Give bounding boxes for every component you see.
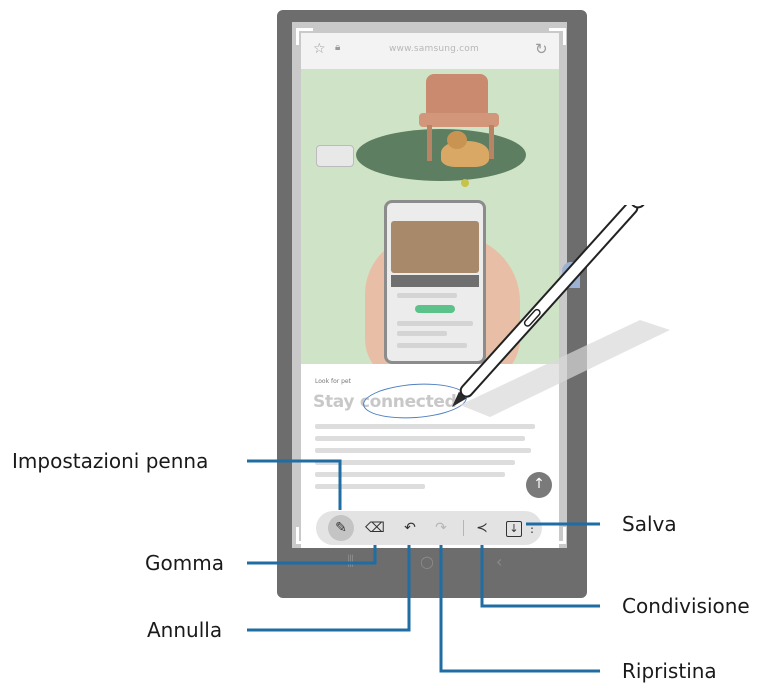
star-outline-icon[interactable]: ☆ [313,41,326,57]
crop-handle-bottom-right[interactable] [549,527,566,544]
save-icon: ↓ [506,521,522,537]
robot-vacuum-shape [316,145,354,167]
label-redo: Ripristina [622,659,717,683]
pen-settings-button[interactable]: ✎ [328,515,354,541]
save-button[interactable]: ↓ [501,515,527,541]
url-text[interactable]: www.samsung.com [389,44,479,54]
dog-head-shape [447,131,467,149]
more-menu-icon[interactable]: ⋮ [526,515,538,541]
share-button[interactable]: ≺ [469,515,495,541]
pen-icon: ✎ [335,520,347,536]
eraser-button[interactable]: ⌫ [362,515,388,541]
body-text-line [315,424,535,429]
toolbar-divider [463,520,464,536]
chair-shape [426,74,488,114]
redo-button[interactable]: ↷ [428,515,454,541]
label-undo: Annulla [147,618,223,642]
article-kicker: Look for pet [315,378,351,385]
s-pen-illustration [452,205,670,417]
body-text-line [315,448,531,453]
label-save: Salva [622,512,677,536]
redo-icon: ↷ [435,520,447,536]
scroll-to-top-button[interactable]: ↑ [526,472,552,498]
body-text-line [315,460,515,465]
reload-icon[interactable]: ↻ [535,40,548,58]
share-icon: ≺ [476,520,488,536]
chair-leg-shape [489,125,494,159]
body-text-line [315,472,505,477]
recent-apps-icon[interactable]: ⦀ [347,552,354,572]
back-icon[interactable]: ‹ [496,552,502,571]
label-pen-settings: Impostazioni penna [12,449,209,473]
navigation-bar: ⦀ ○ ‹ [292,548,567,578]
home-icon[interactable]: ○ [420,552,434,571]
body-text-line [315,436,525,441]
lock-icon: 🔒︎ [335,42,341,53]
ball-shape [461,179,469,187]
drawing-toolbar: ✎ ⌫ ↶ ↷ ≺ ↓ ⋮ [316,511,542,545]
undo-button[interactable]: ↶ [397,515,423,541]
crop-handle-top-left[interactable] [296,28,313,45]
eraser-icon: ⌫ [365,520,385,536]
label-share: Condivisione [622,594,750,618]
undo-icon: ↶ [404,520,416,536]
crop-handle-bottom-left[interactable] [296,527,313,544]
chair-leg-shape [427,125,432,161]
body-text-line [315,484,425,489]
crop-handle-top-right[interactable] [549,28,566,45]
label-eraser: Gomma [145,551,224,575]
browser-url-bar: ☆ 🔒︎ www.samsung.com ↻ [301,33,559,69]
